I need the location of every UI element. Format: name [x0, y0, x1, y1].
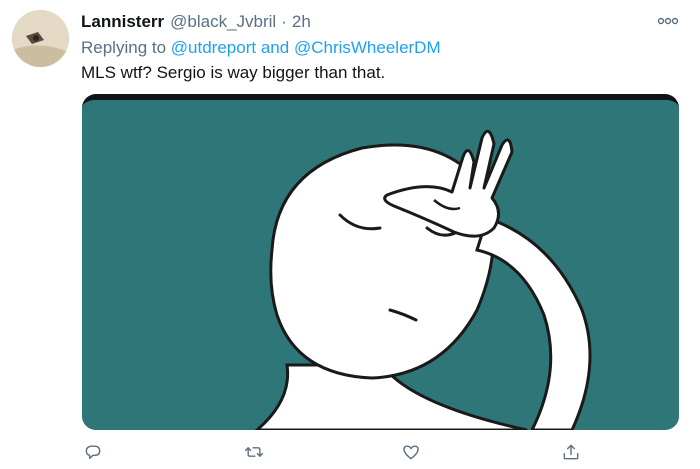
reply-mention-utdreport[interactable]: @utdreport: [171, 38, 256, 57]
share-icon: [563, 444, 579, 460]
timestamp[interactable]: 2h: [292, 12, 311, 32]
more-options-icon[interactable]: [656, 14, 680, 28]
facepalm-illustration: [82, 100, 679, 430]
tweet: Lannisterr @black_Jvbril · 2h Replying t…: [0, 0, 700, 469]
avatar[interactable]: [12, 10, 69, 67]
retweet-button[interactable]: [240, 438, 268, 466]
reply-mention-chriswheelerdm[interactable]: @ChrisWheelerDM: [294, 38, 441, 57]
reply-icon: [85, 445, 101, 459]
replying-prefix: Replying to: [81, 38, 167, 57]
retweet-icon: [244, 447, 264, 457]
share-button[interactable]: [557, 438, 585, 466]
avatar-image: [12, 10, 69, 67]
tweet-actions: [0, 438, 700, 466]
author-handle[interactable]: @black_Jvbril: [170, 12, 276, 32]
like-button[interactable]: [397, 438, 425, 466]
tweet-header: Lannisterr @black_Jvbril · 2h: [81, 12, 311, 34]
reply-joiner[interactable]: and: [261, 38, 289, 57]
separator-dot: ·: [281, 12, 287, 31]
reply-button[interactable]: [79, 438, 107, 466]
heart-icon: [403, 445, 419, 460]
tweet-media-image[interactable]: [82, 94, 679, 430]
author-name[interactable]: Lannisterr: [81, 12, 164, 32]
replying-to-line: Replying to @utdreport and @ChrisWheeler…: [81, 38, 441, 58]
tweet-text: MLS wtf? Sergio is way bigger than that.: [81, 63, 386, 82]
